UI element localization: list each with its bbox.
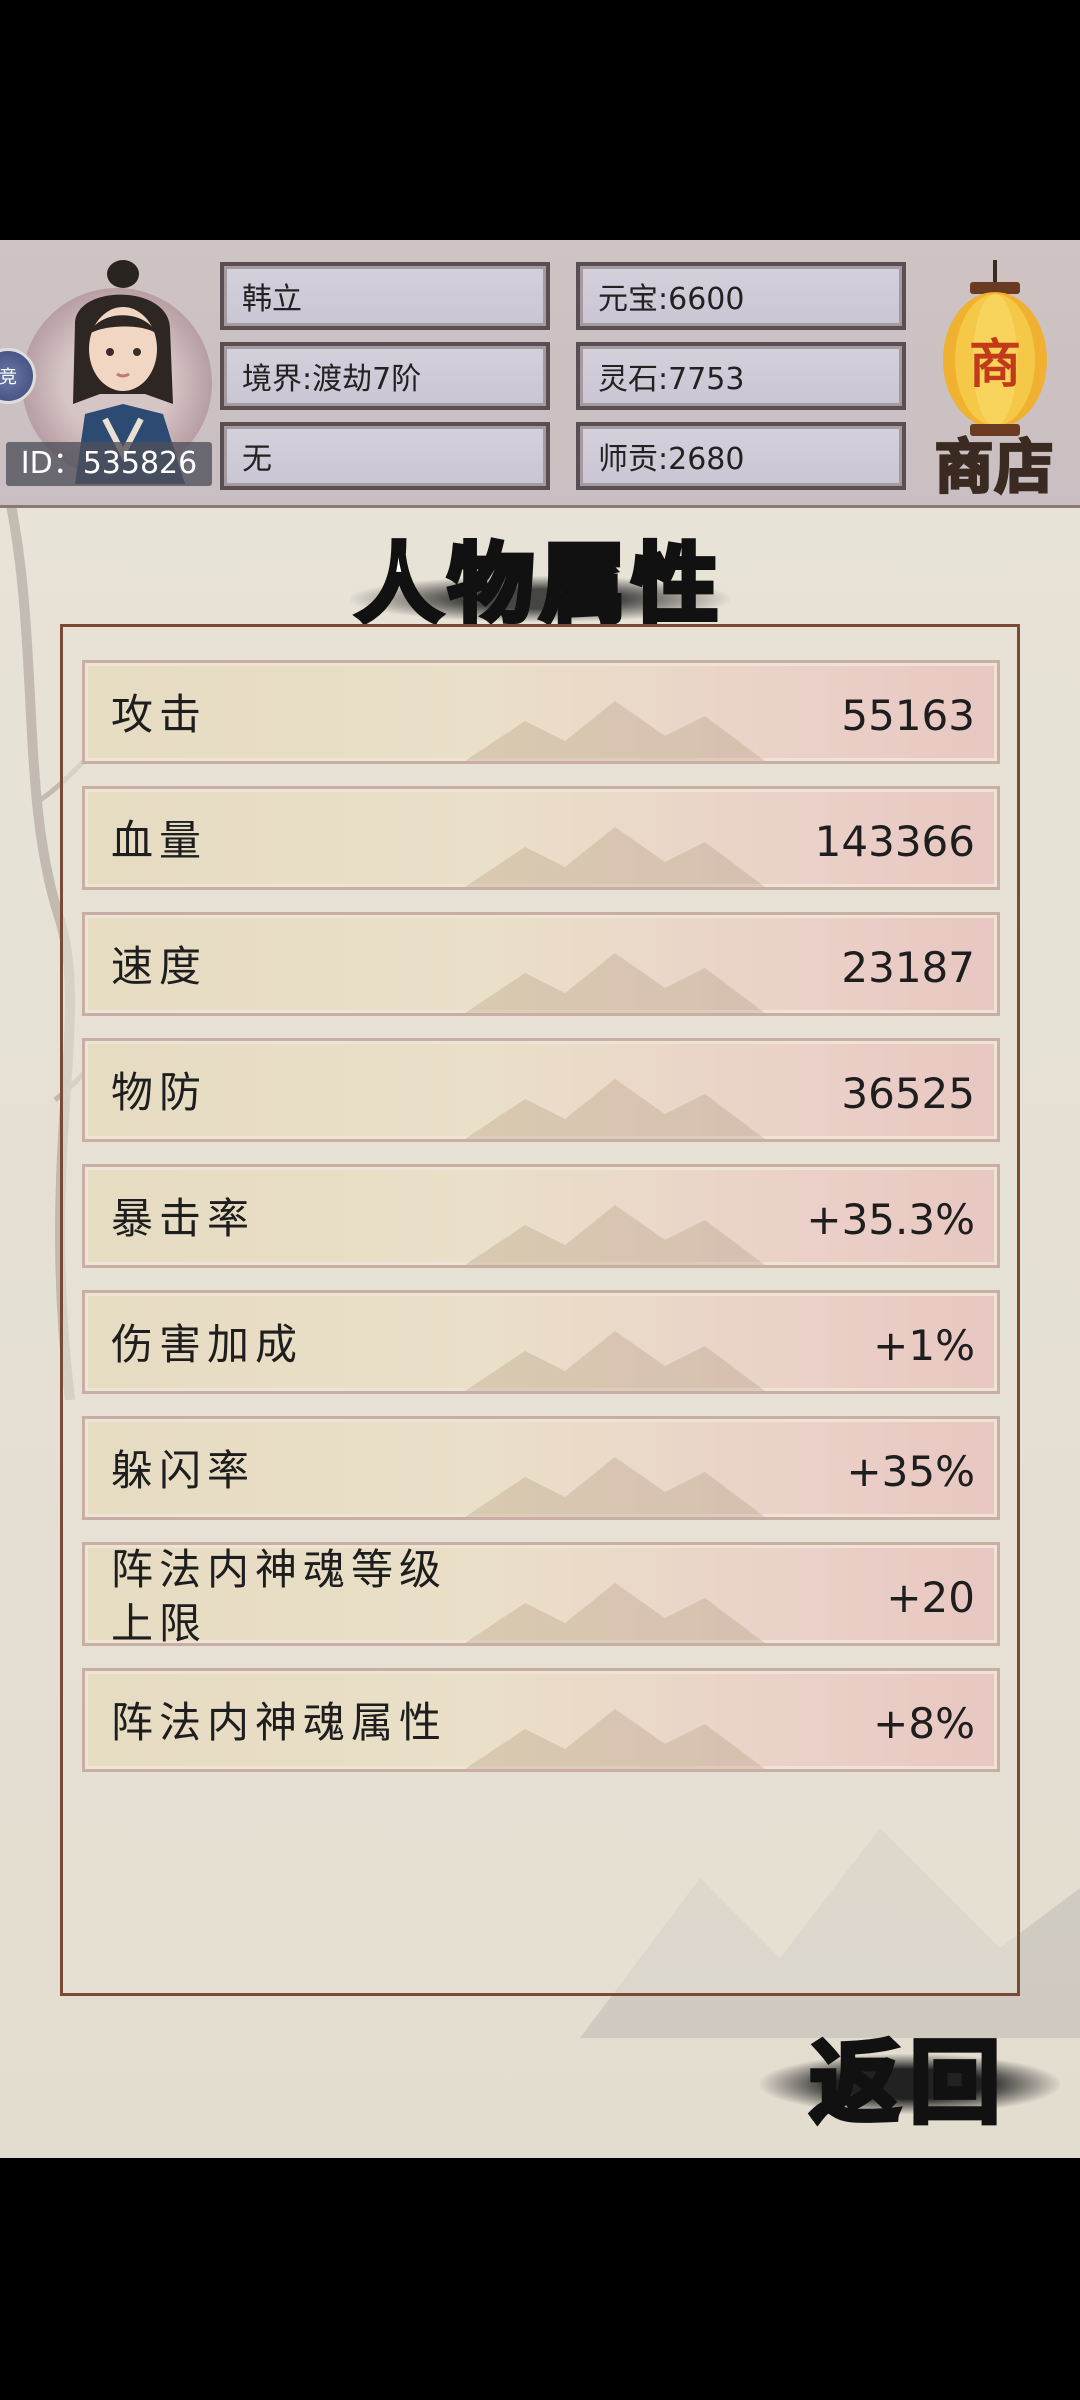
stat-label: 阵法内神魂属性 (111, 1698, 448, 1747)
game-screen: 竞 ID：535826 韩立 境界:渡劫7阶 无 元宝:6600 灵石:7753… (0, 240, 1080, 2158)
mountain-decoration (465, 953, 765, 1013)
stat-value: +1% (873, 1320, 975, 1370)
stat-label: 血量 (111, 816, 208, 865)
stat-label: 攻击 (111, 690, 208, 739)
mountain-decoration (465, 701, 765, 761)
stat-row: 阵法内神魂属性 +8% (82, 1668, 1000, 1772)
stat-label: 物防 (111, 1068, 208, 1117)
stat-value: +20 (886, 1572, 975, 1622)
mountain-decoration (465, 827, 765, 887)
player-realm: 境界:渡劫7阶 (220, 342, 550, 410)
stat-row: 攻击 55163 (82, 660, 1000, 764)
lantern-icon: 商 (943, 260, 1047, 436)
stat-value: +35.3% (806, 1194, 975, 1244)
stat-value: 143366 (814, 816, 975, 866)
player-name: 韩立 (220, 262, 550, 330)
side-menu-icon: 竞 (0, 367, 17, 388)
stat-row: 速度 23187 (82, 912, 1000, 1016)
stat-value: 36525 (841, 1068, 975, 1118)
stat-row: 血量 143366 (82, 786, 1000, 890)
mountain-decoration (465, 1331, 765, 1391)
stat-label: 速度 (111, 942, 208, 991)
stat-label: 阵法内神魂等级上限 (111, 1545, 448, 1646)
player-header: 竞 ID：535826 韩立 境界:渡劫7阶 无 元宝:6600 灵石:7753… (0, 240, 1080, 508)
page-title-banner: 人物属性 (340, 510, 740, 638)
shop-label: 商店 (933, 432, 1055, 503)
mountain-decoration (465, 1709, 765, 1769)
stat-row: 物防 36525 (82, 1038, 1000, 1142)
mountain-decoration (465, 1079, 765, 1139)
stat-label: 伤害加成 (111, 1320, 304, 1369)
stat-row: 躲闪率 +35% (82, 1416, 1000, 1520)
back-label: 返回 (808, 2028, 1010, 2139)
lantern-char: 商 (969, 334, 1021, 395)
mountain-decoration (465, 1583, 765, 1643)
mountain-decoration (465, 1205, 765, 1265)
stat-value: +35% (846, 1446, 975, 1496)
shop-button[interactable]: 商 商店 (930, 260, 1060, 503)
stat-value: 55163 (841, 690, 975, 740)
player-id: ID：535826 (6, 442, 212, 486)
stat-row: 伤害加成 +1% (82, 1290, 1000, 1394)
yuanbao-currency: 元宝:6600 (576, 262, 906, 330)
stat-row: 阵法内神魂等级上限 +20 (82, 1542, 1000, 1646)
lingshi-currency: 灵石:7753 (576, 342, 906, 410)
page-title: 人物属性 (354, 532, 724, 638)
stat-value: 23187 (841, 942, 975, 992)
stat-row: 暴击率 +35.3% (82, 1164, 1000, 1268)
shigong-currency: 师贡:2680 (576, 422, 906, 490)
stat-label: 暴击率 (111, 1194, 256, 1243)
back-button[interactable]: 返回 (760, 2010, 1060, 2140)
player-sect: 无 (220, 422, 550, 490)
mountain-decoration (465, 1457, 765, 1517)
stat-label: 躲闪率 (111, 1446, 256, 1495)
stat-value: +8% (873, 1698, 975, 1748)
